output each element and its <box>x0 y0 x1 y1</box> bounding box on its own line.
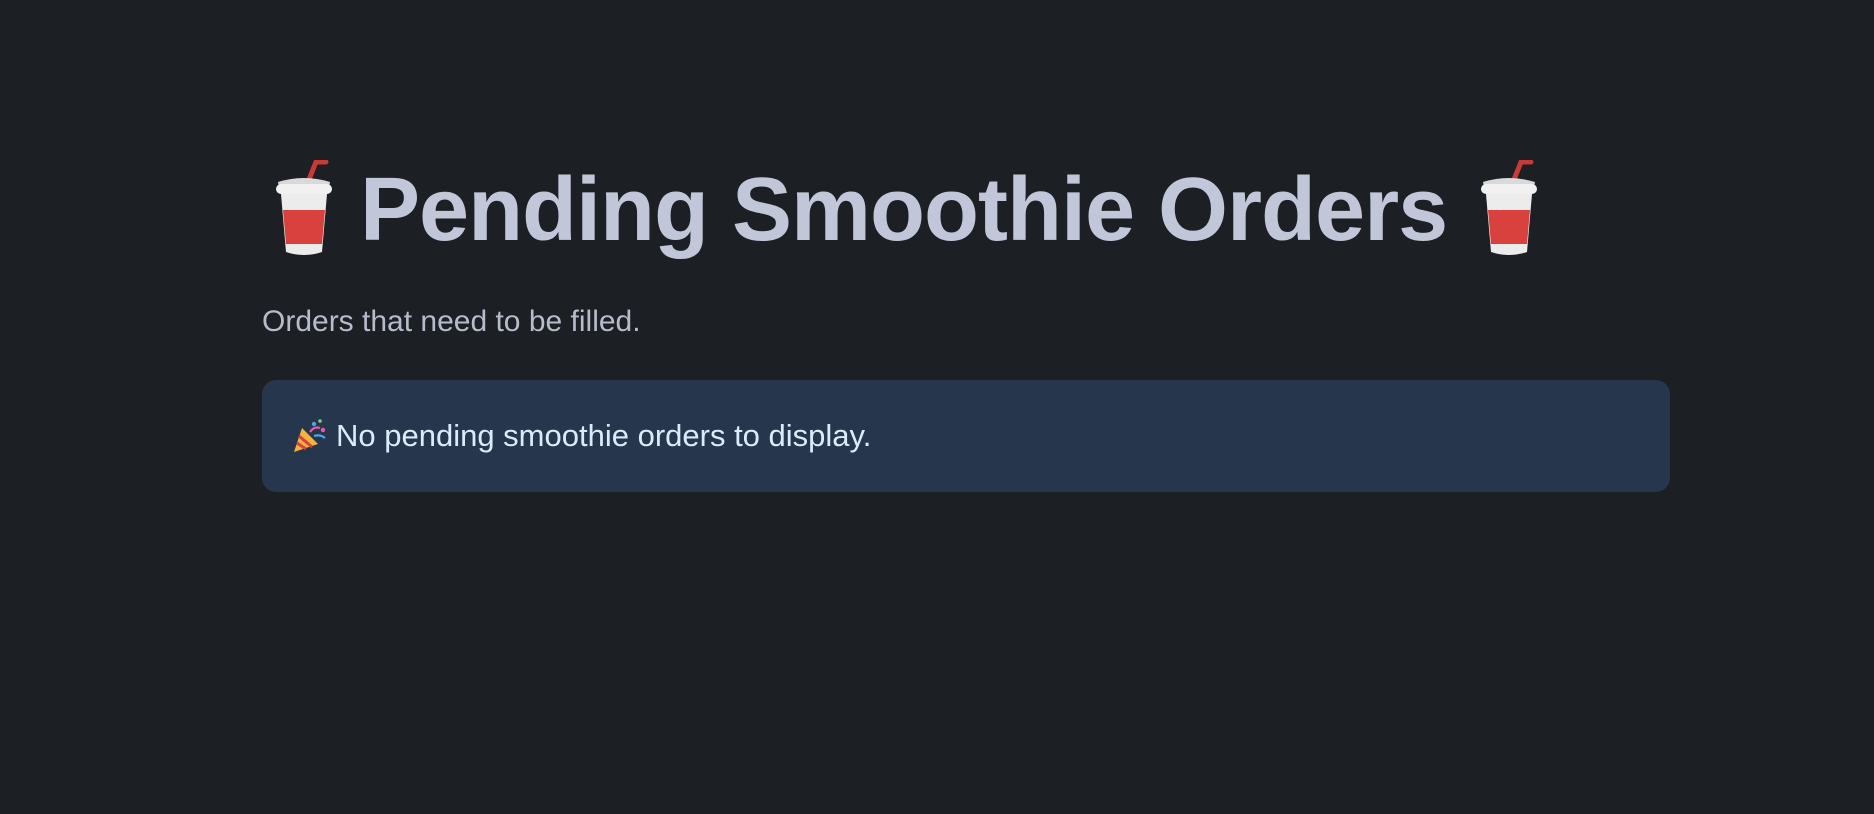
info-alert-message: No pending smoothie orders to display. <box>336 418 872 453</box>
page-title: Pending Smoothie Orders <box>262 150 1670 270</box>
page-title-text: Pending Smoothie Orders <box>360 159 1448 260</box>
page-subtitle: Orders that need to be filled. <box>262 305 641 338</box>
main-content: Pending Smoothie Orders Orders that need… <box>262 150 1670 492</box>
cup-with-straw-icon <box>272 159 336 260</box>
party-popper-icon <box>292 418 328 454</box>
cup-with-straw-icon <box>1477 159 1541 260</box>
info-alert: No pending smoothie orders to display. <box>262 380 1670 492</box>
